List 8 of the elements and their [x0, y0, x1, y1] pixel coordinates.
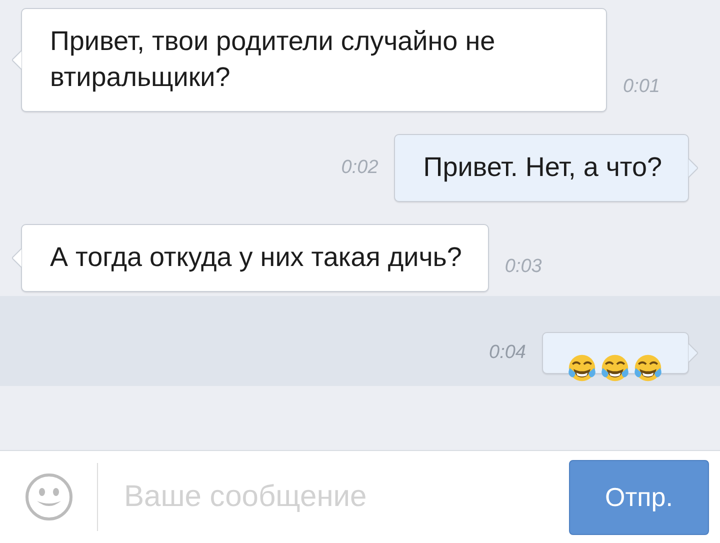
- message-time: 0:02: [341, 157, 378, 179]
- message-time: 0:03: [504, 256, 542, 278]
- message-text: Привет, твои родители случайно не втиральщики?: [50, 25, 496, 94]
- message-time: 0:04: [489, 342, 526, 364]
- message-text: Привет. Нет, а что?: [423, 151, 662, 184]
- send-button[interactable]: Отпр.: [569, 460, 709, 534]
- message-text: А тогда откуда у них такая дичь?: [50, 241, 462, 274]
- message-time: 0:01: [623, 76, 660, 98]
